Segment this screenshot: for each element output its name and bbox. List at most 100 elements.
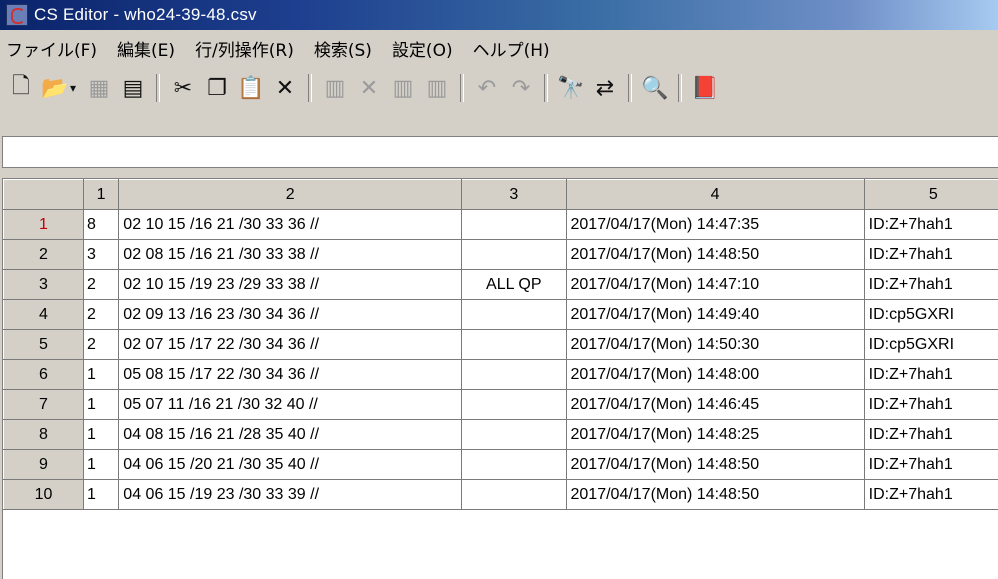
row-header[interactable]: 7 [4, 390, 84, 420]
grid-cell[interactable] [462, 480, 566, 510]
save-icon[interactable]: ▦ [84, 73, 114, 103]
grid-cell[interactable]: ID:Z+7hah1 [864, 240, 998, 270]
grid-cell[interactable]: ID:cp5GXRI [864, 300, 998, 330]
row-header[interactable]: 3 [4, 270, 84, 300]
grid-cell[interactable]: 8 [83, 210, 118, 240]
grid-cell[interactable]: 2017/04/17(Mon) 14:50:30 [566, 330, 864, 360]
app-icon[interactable] [6, 4, 28, 26]
grid-cell[interactable]: 2017/04/17(Mon) 14:48:50 [566, 480, 864, 510]
save-as-icon[interactable]: ▤ [118, 73, 148, 103]
table-row: 7105 07 11 /16 21 /30 32 40 // 2017/04/17… [4, 390, 998, 420]
grid-cell[interactable]: 02 10 15 /16 21 /30 33 36 // [119, 210, 462, 240]
cell-edit-field[interactable] [2, 136, 998, 168]
find-binoculars-icon[interactable]: 🔭 [556, 73, 586, 103]
grid-cell[interactable]: ID:Z+7hah1 [864, 270, 998, 300]
cut-icon[interactable]: ✂ [168, 73, 198, 103]
column-header-5[interactable]: 5 [864, 180, 998, 210]
grid-cell[interactable]: ID:Z+7hah1 [864, 390, 998, 420]
insert-column-icon[interactable]: ▥ [388, 73, 418, 103]
menu-search[interactable]: 検索(S) [306, 36, 384, 61]
grid-cell[interactable]: 2 [83, 330, 118, 360]
table-row: 9104 06 15 /20 21 /30 35 40 // 2017/04/17… [4, 450, 998, 480]
replace-icon[interactable]: ⇄ [590, 73, 620, 103]
grid-cell[interactable]: 02 10 15 /19 23 /29 33 38 // [119, 270, 462, 300]
grid-cell[interactable]: 1 [83, 480, 118, 510]
grid-cell[interactable]: ID:cp5GXRI [864, 330, 998, 360]
grid-cell[interactable]: 3 [83, 240, 118, 270]
search-magnifier-icon[interactable]: 🔍 [640, 73, 670, 103]
grid-cell[interactable] [462, 420, 566, 450]
grid-cell[interactable]: 2017/04/17(Mon) 14:46:45 [566, 390, 864, 420]
row-header[interactable]: 10 [4, 480, 84, 510]
grid-cell[interactable]: 02 08 15 /16 21 /30 33 38 // [119, 240, 462, 270]
column-header-4[interactable]: 4 [566, 180, 864, 210]
menu-settings[interactable]: 設定(O) [384, 36, 465, 61]
corner-header[interactable] [4, 180, 84, 210]
row-header[interactable]: 4 [4, 300, 84, 330]
help-book-icon[interactable]: 📕 [690, 73, 720, 103]
new-file-icon[interactable]: 🗋 [6, 73, 36, 103]
grid-cell[interactable] [462, 240, 566, 270]
menu-bar: ファイル(F) 編集(E) 行/列操作(R) 検索(S) 設定(O) ヘルプ(H… [0, 30, 998, 66]
grid-cell[interactable]: ID:Z+7hah1 [864, 420, 998, 450]
grid-cell[interactable]: ALL QP [462, 270, 566, 300]
column-header-3[interactable]: 3 [462, 180, 566, 210]
delete-icon[interactable]: ✕ [270, 73, 300, 103]
copy-icon[interactable]: ❐ [202, 73, 232, 103]
grid-cell[interactable]: 1 [83, 420, 118, 450]
grid-cell[interactable]: 02 07 15 /17 22 /30 34 36 // [119, 330, 462, 360]
open-dropdown-arrow-icon[interactable]: ▾ [70, 81, 80, 95]
grid-cell[interactable]: 04 06 15 /19 23 /30 33 39 // [119, 480, 462, 510]
grid-cell[interactable]: 2 [83, 300, 118, 330]
grid-cell[interactable]: 1 [83, 390, 118, 420]
paste-icon[interactable]: 📋 [236, 73, 266, 103]
grid-cell[interactable]: 04 08 15 /16 21 /28 35 40 // [119, 420, 462, 450]
grid-cell[interactable] [462, 390, 566, 420]
grid-cell[interactable]: ID:Z+7hah1 [864, 450, 998, 480]
grid-cell[interactable] [462, 210, 566, 240]
redo-icon[interactable]: ↷ [506, 73, 536, 103]
grid-cell[interactable]: 2017/04/17(Mon) 14:47:10 [566, 270, 864, 300]
grid-cell[interactable]: 2017/04/17(Mon) 14:48:50 [566, 450, 864, 480]
undo-icon[interactable]: ↶ [472, 73, 502, 103]
row-header[interactable]: 2 [4, 240, 84, 270]
table-row: 1802 10 15 /16 21 /30 33 36 // 2017/04/17… [4, 210, 998, 240]
grid-cell[interactable]: 2017/04/17(Mon) 14:49:40 [566, 300, 864, 330]
grid-cell[interactable]: ID:Z+7hah1 [864, 360, 998, 390]
menu-edit[interactable]: 編集(E) [109, 36, 187, 61]
menu-file[interactable]: ファイル(F) [0, 36, 109, 61]
grid-cell[interactable]: 04 06 15 /20 21 /30 35 40 // [119, 450, 462, 480]
menu-help[interactable]: ヘルプ(H) [465, 36, 562, 61]
grid-cell[interactable]: 2017/04/17(Mon) 14:48:00 [566, 360, 864, 390]
grid-cell[interactable] [462, 360, 566, 390]
grid-cell[interactable]: 2017/04/17(Mon) 14:48:50 [566, 240, 864, 270]
grid-cell[interactable]: 2017/04/17(Mon) 14:47:35 [566, 210, 864, 240]
delete-column-icon[interactable]: ▥ [422, 73, 452, 103]
grid-cell[interactable]: ID:Z+7hah1 [864, 480, 998, 510]
grid-cell[interactable]: 02 09 13 /16 23 /30 34 36 // [119, 300, 462, 330]
grid-cell[interactable]: 2 [83, 270, 118, 300]
grid-cell[interactable]: 05 07 11 /16 21 /30 32 40 // [119, 390, 462, 420]
row-header[interactable]: 6 [4, 360, 84, 390]
grid-cell[interactable] [462, 450, 566, 480]
column-header-2[interactable]: 2 [119, 180, 462, 210]
row-header[interactable]: 9 [4, 450, 84, 480]
table-row: 3202 10 15 /19 23 /29 33 38 //ALL QP2017… [4, 270, 998, 300]
column-header-1[interactable]: 1 [83, 180, 118, 210]
grid-cell[interactable]: 2017/04/17(Mon) 14:48:25 [566, 420, 864, 450]
insert-row-icon[interactable]: ▥ [320, 73, 350, 103]
title-bar[interactable]: CS Editor - who24-39-48.csv [0, 0, 998, 30]
grid-cell[interactable] [462, 300, 566, 330]
grid-cell[interactable]: 05 08 15 /17 22 /30 34 36 // [119, 360, 462, 390]
toolbar-separator [460, 74, 464, 102]
row-header[interactable]: 1 [4, 210, 84, 240]
delete-row-icon[interactable]: ✕ [354, 73, 384, 103]
open-folder-icon[interactable]: 📂 [40, 73, 70, 103]
grid-cell[interactable] [462, 330, 566, 360]
row-header[interactable]: 5 [4, 330, 84, 360]
grid-cell[interactable]: ID:Z+7hah1 [864, 210, 998, 240]
row-header[interactable]: 8 [4, 420, 84, 450]
grid-cell[interactable]: 1 [83, 360, 118, 390]
grid-cell[interactable]: 1 [83, 450, 118, 480]
menu-row-column[interactable]: 行/列操作(R) [187, 36, 306, 61]
